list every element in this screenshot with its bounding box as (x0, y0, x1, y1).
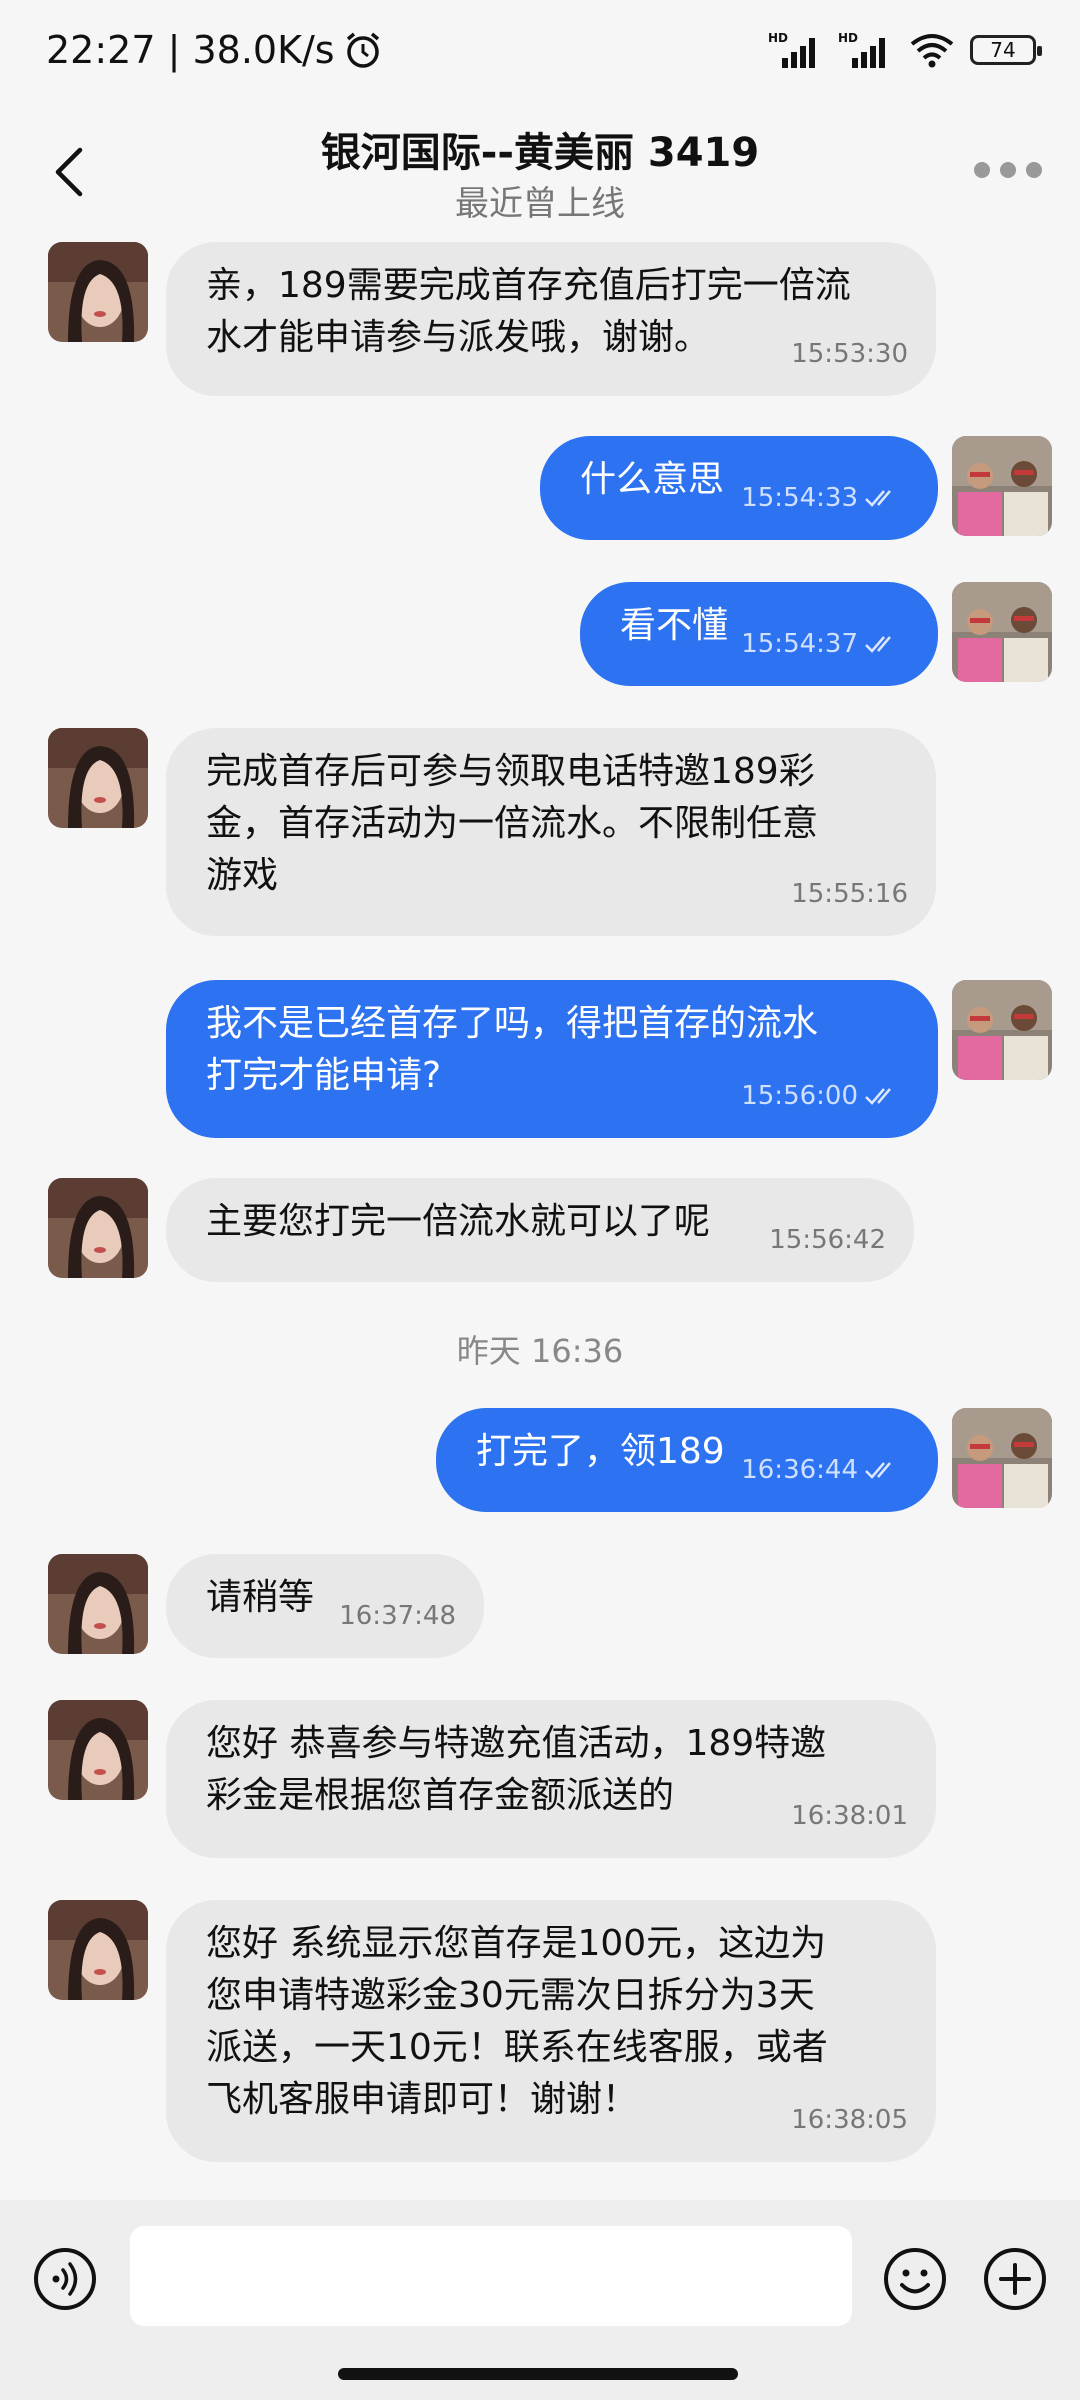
voice-icon[interactable] (32, 2246, 98, 2312)
message-bubble-incoming[interactable]: 您好 恭喜参与特邀充值活动，189特邀 彩金是根据您首存金额派送的 16:38:… (166, 1700, 936, 1858)
message-bubble-outgoing[interactable]: 我不是已经首存了吗，得把首存的流水 打完才能申请? 15:56:00 (166, 980, 938, 1138)
message-meta: 15:54:33 (741, 472, 902, 524)
wifi-icon (910, 34, 954, 68)
battery-indicator: 74 (970, 35, 1042, 65)
chat-header: 银河国际--黄美丽 3419 最近曾上线 (0, 100, 1080, 240)
plus-icon[interactable] (982, 2246, 1048, 2312)
signal-icon: HD (768, 31, 815, 68)
double-check-icon (865, 490, 891, 507)
message-time: 16:38:01 (791, 1801, 908, 1831)
my-avatar[interactable] (952, 436, 1052, 536)
signal-hd-label: HD (768, 31, 788, 45)
message-bubble-incoming[interactable]: 亲，189需要完成首存充值后打完一倍流 水才能申请参与派发哦，谢谢。 15:53… (166, 242, 936, 396)
message-meta: 16:36:44 (741, 1444, 902, 1496)
my-avatar[interactable] (952, 1408, 1052, 1508)
message-time: 15:56:42 (769, 1225, 886, 1255)
status-time-speed: 22:27 | 38.0K/s (46, 28, 335, 72)
message-bubble-incoming[interactable]: 主要您打完一倍流水就可以了呢 15:56:42 (166, 1178, 914, 1282)
message-time: 15:55:16 (791, 879, 908, 909)
contact-avatar[interactable] (48, 728, 148, 828)
message-time: 15:53:30 (791, 339, 908, 369)
contact-avatar[interactable] (48, 1178, 148, 1278)
message-time: 15:54:33 (741, 483, 858, 513)
message-meta: 15:54:37 (741, 618, 902, 670)
alarm-icon (346, 32, 379, 68)
message-meta: 15:56:00 (741, 1070, 902, 1122)
message-bubble-outgoing[interactable]: 看不懂 15:54:37 (580, 582, 938, 686)
contact-avatar[interactable] (48, 1554, 148, 1654)
status-left: 22:27 | 38.0K/s (46, 28, 383, 72)
message-time: 15:54:37 (741, 629, 858, 659)
message-time: 16:38:05 (791, 2105, 908, 2135)
more-dots-icon[interactable] (974, 150, 1044, 190)
double-check-icon (865, 636, 891, 653)
message-list[interactable]: 亲，189需要完成首存充值后打完一倍流 水才能申请参与派发哦，谢谢。 15:53… (0, 240, 1080, 2200)
status-right: HD HD 74 (768, 30, 1042, 70)
my-avatar[interactable] (952, 980, 1052, 1080)
message-input[interactable] (130, 2226, 852, 2326)
signal-icon-2: HD (838, 31, 885, 68)
signal-hd-label-2: HD (838, 31, 858, 45)
double-check-icon (865, 1462, 891, 1479)
battery-level: 74 (990, 38, 1016, 62)
message-time: 16:36:44 (741, 1455, 858, 1485)
date-separator: 昨天 16:36 (456, 1332, 624, 1370)
message-bubble-incoming[interactable]: 请稍等 16:37:48 (166, 1554, 484, 1658)
message-time: 15:56:00 (741, 1081, 858, 1111)
message-time: 16:37:48 (339, 1601, 456, 1631)
emoji-icon[interactable] (882, 2246, 948, 2312)
status-bar: 22:27 | 38.0K/s HD HD 74 (0, 0, 1080, 100)
home-indicator[interactable] (338, 2368, 738, 2380)
message-bubble-outgoing[interactable]: 什么意思 15:54:33 (540, 436, 938, 540)
message-bubble-outgoing[interactable]: 打完了，领189 16:36:44 (436, 1408, 938, 1512)
message-bubble-incoming[interactable]: 完成首存后可参与领取电话特邀189彩 金，首存活动为一倍流水。不限制任意 游戏 … (166, 728, 936, 936)
double-check-icon (865, 1088, 891, 1105)
my-avatar[interactable] (952, 582, 1052, 682)
contact-avatar[interactable] (48, 242, 148, 342)
contact-avatar[interactable] (48, 1700, 148, 1800)
message-bubble-incoming[interactable]: 您好 系统显示您首存是100元，这边为 您申请特邀彩金30元需次日拆分为3天 派… (166, 1900, 936, 2162)
contact-name[interactable]: 银河国际--黄美丽 3419 (0, 120, 1080, 178)
contact-status: 最近曾上线 (455, 184, 625, 224)
contact-avatar[interactable] (48, 1900, 148, 2000)
